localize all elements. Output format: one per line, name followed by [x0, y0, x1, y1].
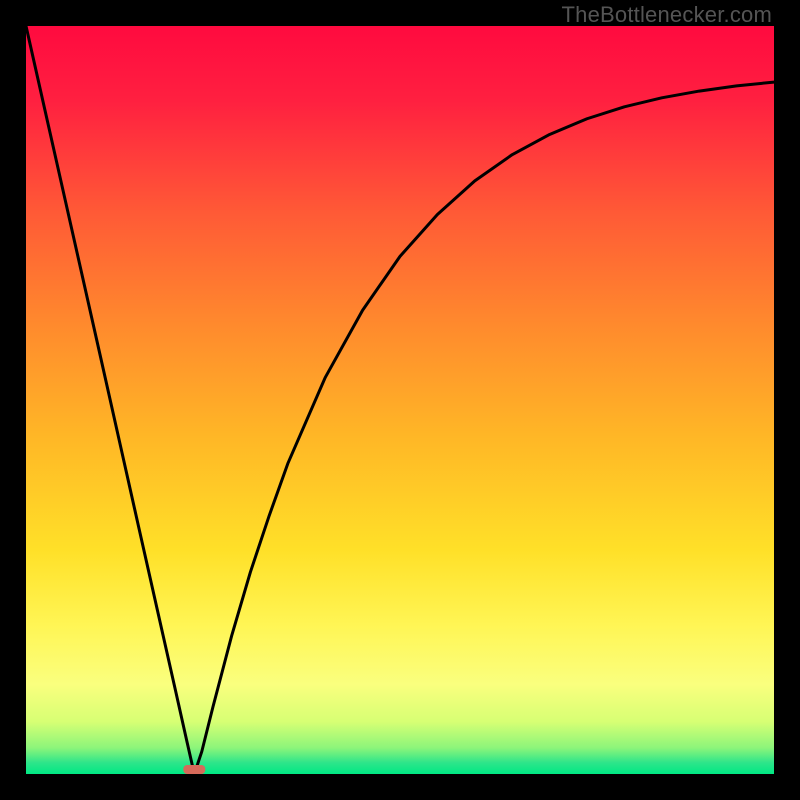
watermark-text: TheBottlenecker.com	[562, 2, 772, 28]
bottleneck-chart	[26, 26, 774, 774]
chart-frame	[26, 26, 774, 774]
optimum-marker	[183, 765, 205, 774]
gradient-background	[26, 26, 774, 774]
